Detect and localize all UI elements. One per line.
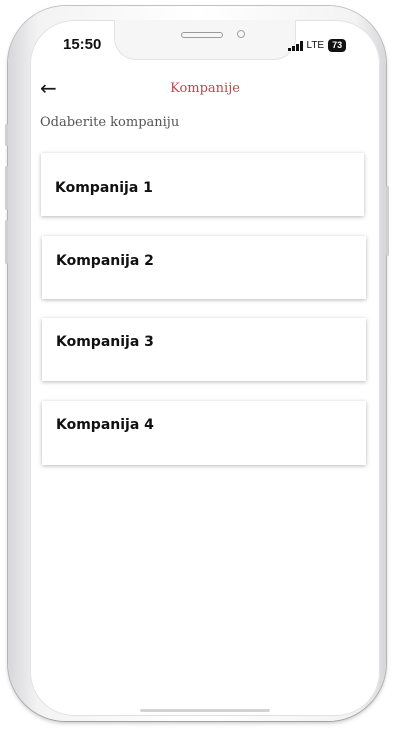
company-item-3[interactable]: Kompanija 3: [42, 318, 366, 381]
camera-icon: [237, 30, 245, 38]
company-item-2[interactable]: Kompanija 2: [42, 236, 366, 299]
status-indicators: LTE 73: [288, 39, 347, 52]
speaker-grille: [181, 32, 223, 38]
page-subtitle: Odaberite kompaniju: [40, 115, 180, 130]
company-label: Kompanija 2: [56, 253, 154, 269]
home-indicator[interactable]: [140, 709, 270, 712]
phone-frame: 15:50 LTE 73 ← Kompanije Odaberite kompa…: [5, 6, 389, 721]
volume-up-button: [5, 166, 8, 210]
battery-icon: 73: [328, 39, 347, 52]
status-time: 15:50: [63, 36, 102, 53]
app-screen: 15:50 LTE 73 ← Kompanije Odaberite kompa…: [30, 20, 380, 716]
page-title: Kompanije: [170, 81, 240, 96]
power-button: [386, 186, 389, 256]
company-item-4[interactable]: Kompanija 4: [42, 401, 366, 465]
volume-down-button: [5, 220, 8, 264]
signal-icon: [288, 40, 303, 51]
notch: [114, 20, 296, 60]
mute-switch: [5, 124, 8, 146]
company-label: Kompanija 4: [56, 417, 154, 433]
network-type: LTE: [306, 40, 325, 51]
company-label: Kompanija 3: [56, 334, 154, 350]
company-label: Kompanija 1: [55, 180, 153, 196]
company-item-1[interactable]: Kompanija 1: [41, 153, 364, 216]
